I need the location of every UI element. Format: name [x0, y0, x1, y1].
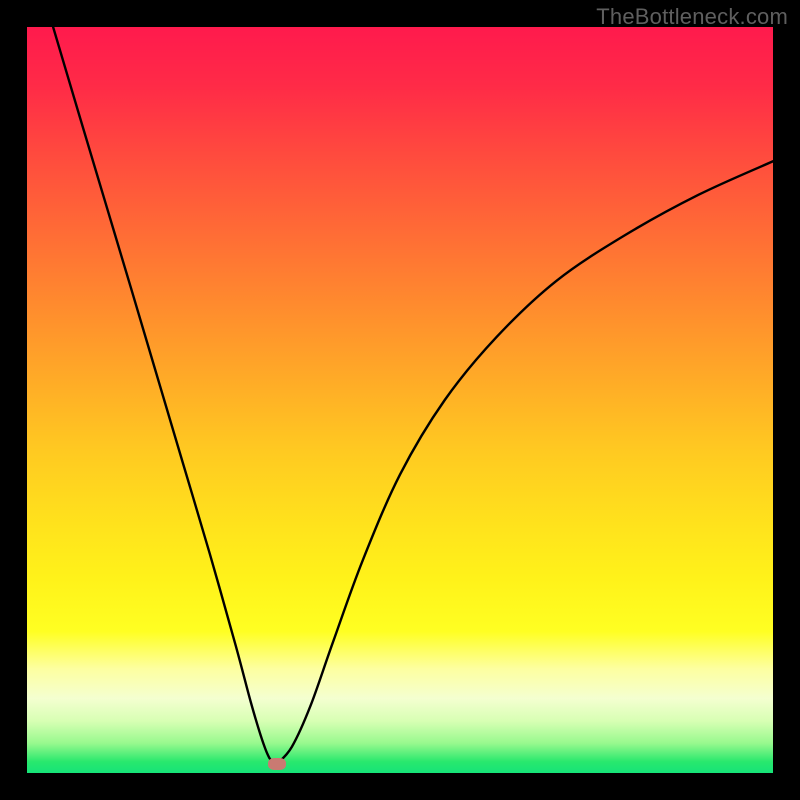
watermark-text: TheBottleneck.com: [596, 4, 788, 30]
curve-svg: [27, 27, 773, 773]
minimum-marker: [268, 758, 286, 770]
plot-area: [27, 27, 773, 773]
bottleneck-curve: [53, 27, 773, 766]
